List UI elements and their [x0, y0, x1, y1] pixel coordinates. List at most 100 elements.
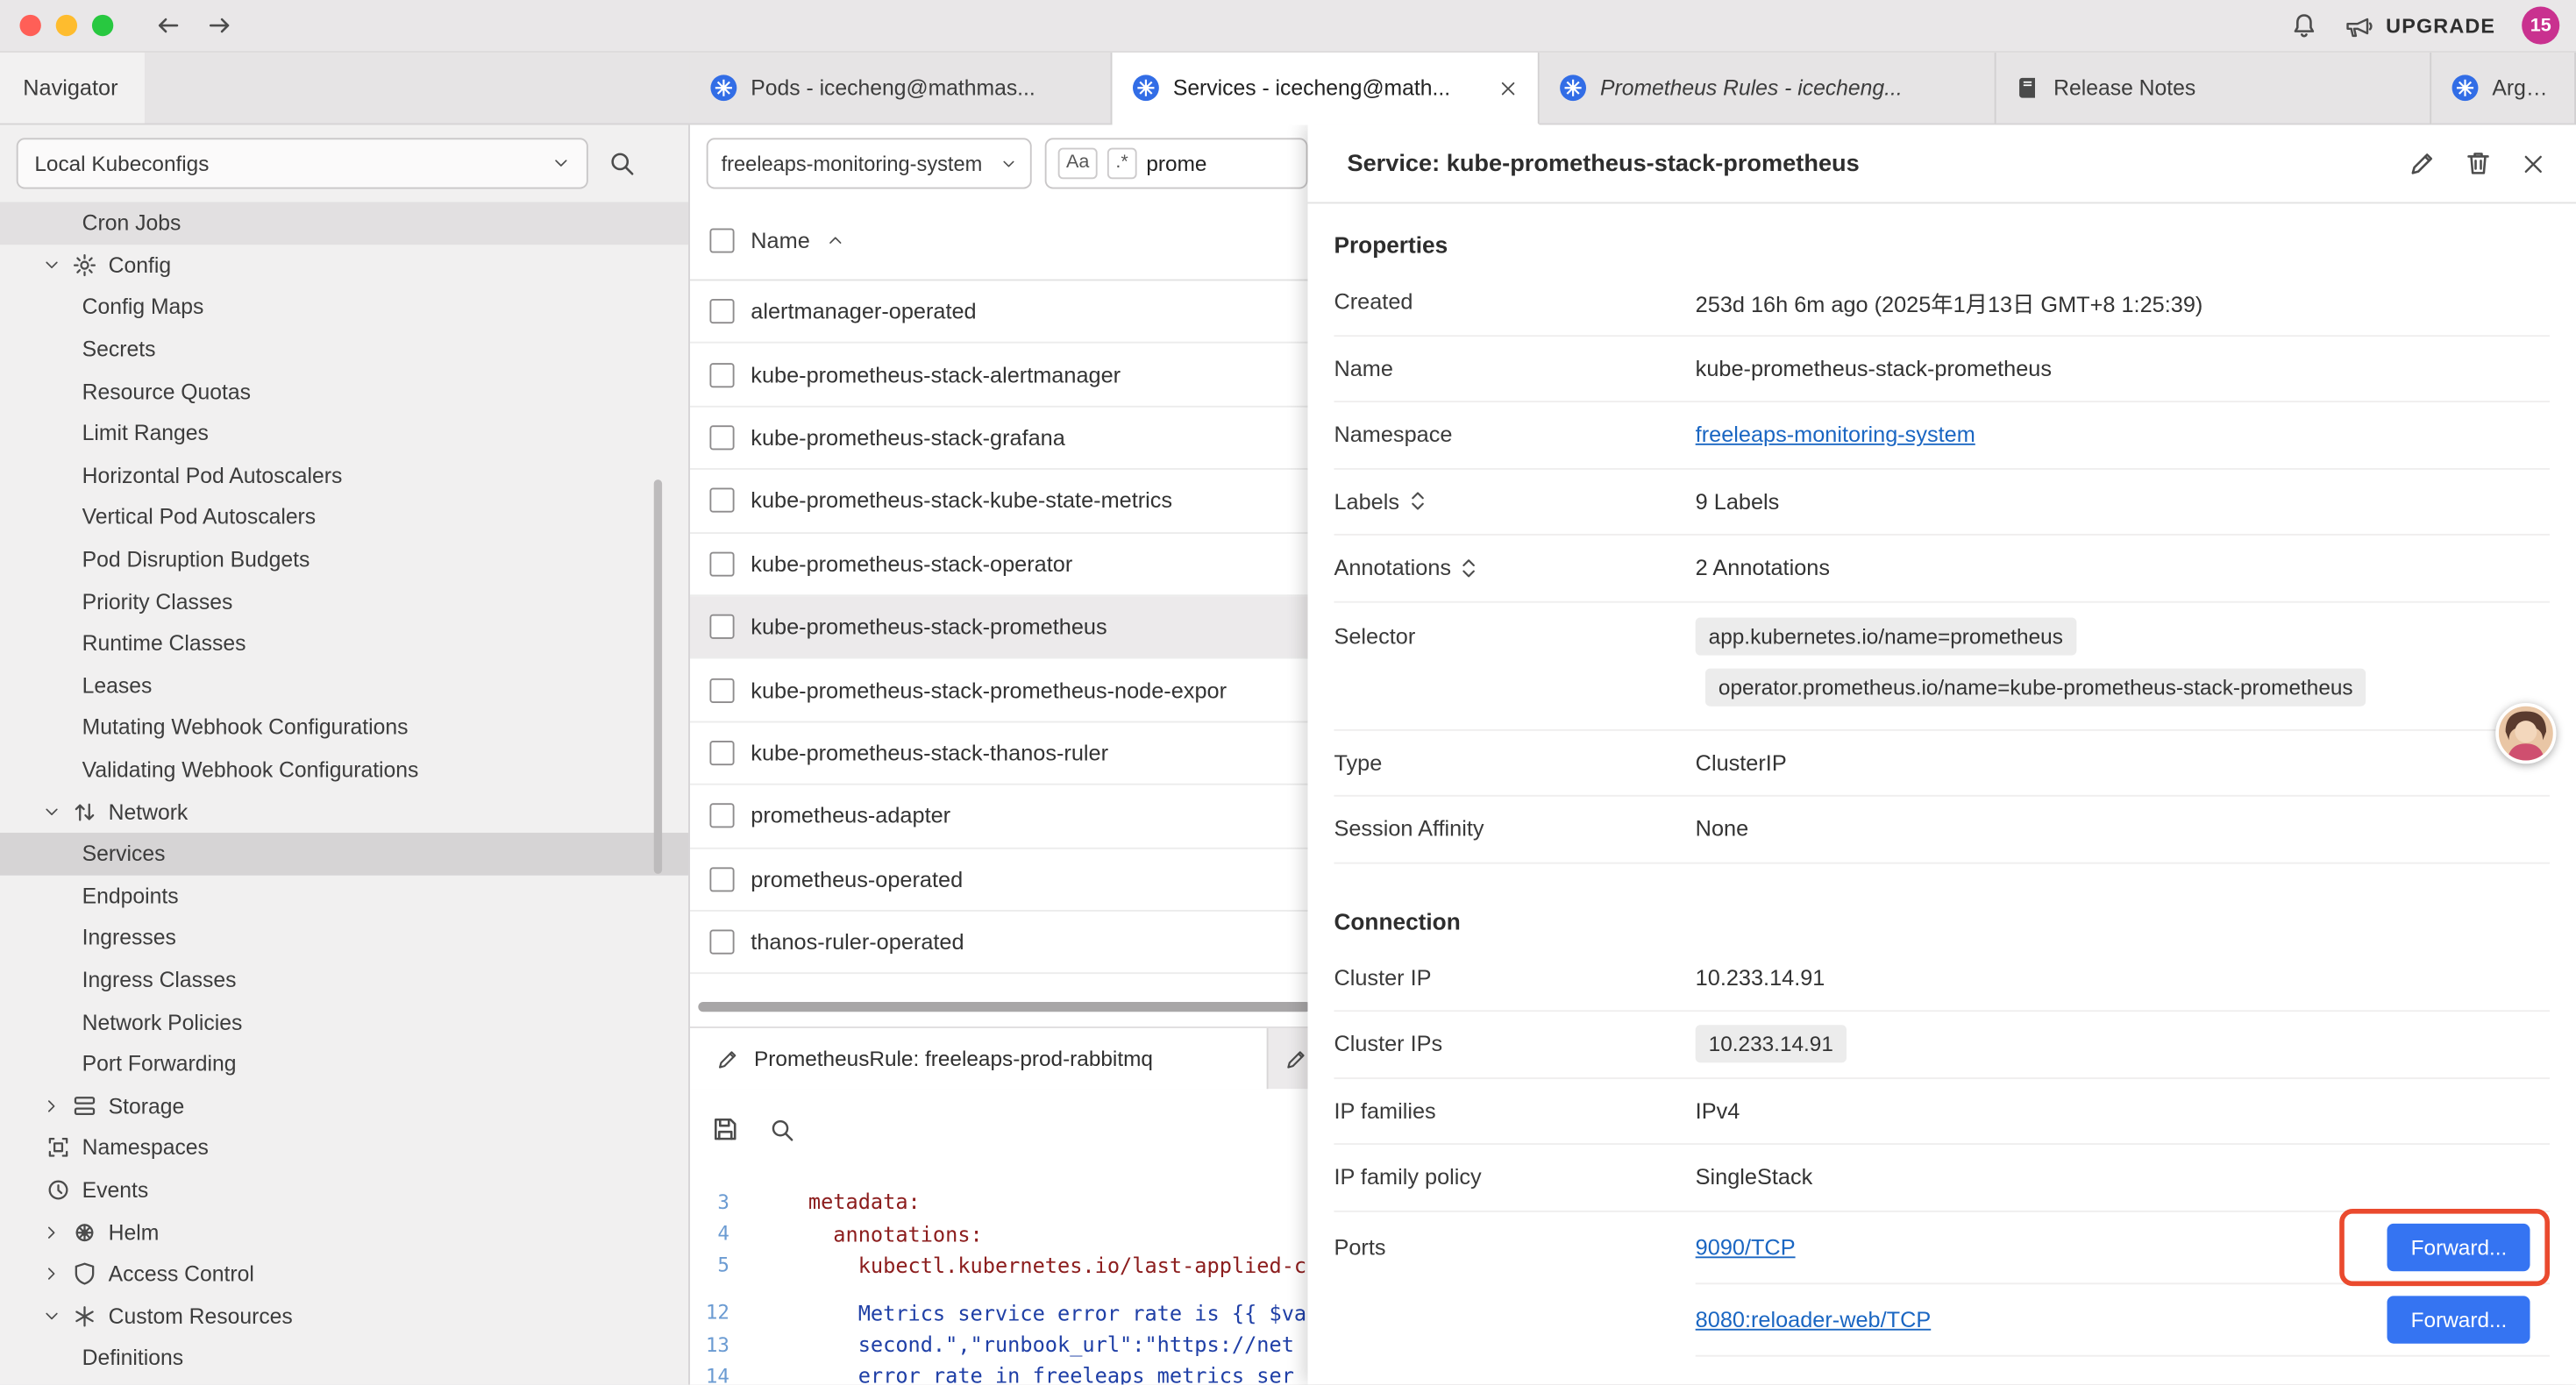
port-link[interactable]: 9090/TCP — [1696, 1234, 1796, 1259]
row-checkbox[interactable] — [709, 930, 734, 955]
row-checkbox[interactable] — [709, 867, 734, 891]
sidebar-item-events[interactable]: Events — [0, 1168, 688, 1211]
table-row[interactable]: alertmanager-operated — [690, 281, 1308, 344]
sidebar-item-port-forwarding[interactable]: Port Forwarding — [0, 1043, 688, 1085]
tab-label: Release Notes — [2053, 75, 2195, 100]
sidebar-item-namespaces[interactable]: Namespaces — [0, 1126, 688, 1168]
table-row[interactable]: prometheus-adapter — [690, 785, 1308, 849]
name-column-header[interactable]: Name — [751, 228, 809, 252]
tab-prometheus-rules[interactable]: Prometheus Rules - icecheng... — [1540, 53, 1996, 124]
edit-icon[interactable] — [2409, 150, 2437, 178]
sidebar-group-access-control[interactable]: Access Control — [0, 1253, 688, 1295]
forward-button[interactable] — [203, 11, 235, 39]
sidebar-group-network[interactable]: Network — [0, 791, 688, 833]
match-case-toggle[interactable]: Aa — [1058, 148, 1098, 179]
sidebar-group-storage[interactable]: Storage — [0, 1085, 688, 1127]
upgrade-button[interactable]: UPGRADE — [2345, 12, 2495, 39]
save-icon[interactable] — [711, 1116, 739, 1144]
sidebar-item-cron-jobs[interactable]: Cron Jobs — [0, 202, 688, 244]
close-icon[interactable] — [2520, 150, 2546, 176]
select-all-checkbox[interactable] — [709, 228, 734, 252]
detail-row-labels[interactable]: Labels 9 Labels — [1334, 469, 2550, 536]
expand-toggle-icon[interactable] — [1461, 557, 1477, 579]
editor-search-icon[interactable] — [769, 1117, 795, 1143]
sidebar-item-network-policies[interactable]: Network Policies — [0, 1001, 688, 1043]
expand-toggle-icon[interactable] — [1409, 490, 1426, 513]
sidebar-item-services[interactable]: Services — [0, 833, 688, 875]
sidebar-item-config-maps[interactable]: Config Maps — [0, 286, 688, 328]
table-row[interactable]: kube-prometheus-stack-alertmanager — [690, 344, 1308, 407]
list-search-input[interactable] — [1146, 151, 1261, 175]
sidebar-item-pod-disruption-budgets[interactable]: Pod Disruption Budgets — [0, 538, 688, 580]
yaml-editor[interactable]: 3metadata: 4 annotations: 5 kubectl.kube… — [690, 1170, 1308, 1385]
avatar[interactable] — [2495, 703, 2556, 764]
forward-button[interactable]: Forward... — [2387, 1295, 2530, 1342]
row-checkbox[interactable] — [709, 741, 734, 765]
forward-button[interactable]: Forward... — [2387, 1223, 2530, 1270]
sidebar-item-limit-ranges[interactable]: Limit Ranges — [0, 412, 688, 454]
dock-tab-partial[interactable] — [1269, 1029, 1308, 1090]
tab-argo[interactable]: Argo S — [2431, 53, 2576, 124]
sidebar-item-endpoints[interactable]: Endpoints — [0, 875, 688, 917]
namespace-filter-select[interactable]: freeleaps-monitoring-system — [707, 138, 1032, 188]
table-row[interactable]: kube-prometheus-stack-operator — [690, 533, 1308, 596]
sidebar-item-vertical-pod-autoscalers[interactable]: Vertical Pod Autoscalers — [0, 496, 688, 538]
code-line: annotations: — [743, 1221, 983, 1246]
sidebar-item-ingress-classes[interactable]: Ingress Classes — [0, 959, 688, 1001]
sidebar-group-config[interactable]: Config — [0, 244, 688, 286]
sidebar-item-ingresses[interactable]: Ingresses — [0, 917, 688, 959]
tab-services[interactable]: Services - icecheng@math... — [1113, 53, 1540, 124]
folded-region[interactable] — [690, 1281, 1308, 1297]
window-minimize-button[interactable] — [56, 15, 77, 36]
row-checkbox[interactable] — [709, 299, 734, 323]
window-close-button[interactable] — [19, 15, 40, 36]
up-down-arrows-icon — [72, 799, 96, 824]
row-checkbox[interactable] — [709, 488, 734, 513]
row-checkbox[interactable] — [709, 362, 734, 387]
tab-pods[interactable]: Pods - icecheng@mathmas... — [690, 53, 1113, 124]
window-zoom-button[interactable] — [92, 15, 113, 36]
table-row[interactable]: kube-prometheus-stack-prometheus-node-ex… — [690, 659, 1308, 722]
table-row[interactable]: prometheus-operated — [690, 849, 1308, 912]
sidebar-group-helm[interactable]: Helm — [0, 1211, 688, 1253]
row-checkbox[interactable] — [709, 804, 734, 828]
back-button[interactable] — [153, 11, 184, 39]
sidebar-item-runtime-classes[interactable]: Runtime Classes — [0, 622, 688, 664]
sidebar-item-resource-quotas[interactable]: Resource Quotas — [0, 370, 688, 412]
table-header: Name — [690, 202, 1308, 281]
sidebar-item-priority-classes[interactable]: Priority Classes — [0, 580, 688, 622]
port-link[interactable]: 8080:reloader-web/TCP — [1696, 1307, 1932, 1332]
table-row[interactable]: thanos-ruler-operated — [690, 912, 1308, 975]
detail-row-cluster-ips: Cluster IPs 10.233.14.91 — [1334, 1012, 2550, 1078]
sidebar-scrollbar-thumb[interactable] — [654, 479, 662, 874]
dock-tab-prometheusrule[interactable]: PrometheusRule: freeleaps-prod-rabbitmq — [690, 1029, 1269, 1090]
code-line: kubectl.kubernetes.io/last-applied-co — [743, 1253, 1308, 1277]
sidebar-item-leases[interactable]: Leases — [0, 664, 688, 707]
sidebar-group-custom-resources[interactable]: Custom Resources — [0, 1295, 688, 1337]
sidebar-item-label: Config — [109, 252, 171, 277]
namespace-link[interactable]: freeleaps-monitoring-system — [1696, 423, 1975, 447]
delete-icon[interactable] — [2465, 150, 2493, 178]
kubeconfig-selector[interactable]: Local Kubeconfigs — [17, 138, 588, 188]
detail-row-annotations[interactable]: Annotations 2 Annotations — [1334, 536, 2550, 602]
table-row[interactable]: kube-prometheus-stack-grafana — [690, 407, 1308, 470]
row-checkbox[interactable] — [709, 425, 734, 450]
table-row-selected[interactable]: kube-prometheus-stack-prometheus — [690, 596, 1308, 659]
sidebar-item-definitions[interactable]: Definitions — [0, 1337, 688, 1379]
table-row[interactable]: kube-prometheus-stack-kube-state-metrics — [690, 470, 1308, 533]
sidebar-search-button[interactable] — [608, 150, 636, 178]
regex-toggle[interactable]: .* — [1107, 148, 1136, 179]
row-checkbox[interactable] — [709, 551, 734, 576]
tab-release-notes[interactable]: Release Notes — [1996, 53, 2432, 124]
sidebar-item-secrets[interactable]: Secrets — [0, 328, 688, 370]
notification-badge[interactable]: 15 — [2522, 6, 2559, 44]
tab-close-icon[interactable] — [1498, 78, 1518, 97]
bell-icon[interactable] — [2290, 11, 2318, 39]
sidebar-item-horizontal-pod-autoscalers[interactable]: Horizontal Pod Autoscalers — [0, 454, 688, 496]
row-checkbox[interactable] — [709, 614, 734, 639]
sidebar-item-mutating-webhook-configurations[interactable]: Mutating Webhook Configurations — [0, 707, 688, 749]
table-row[interactable]: kube-prometheus-stack-thanos-ruler — [690, 722, 1308, 785]
row-checkbox[interactable] — [709, 678, 734, 702]
sidebar-item-validating-webhook-configurations[interactable]: Validating Webhook Configurations — [0, 749, 688, 791]
horizontal-scrollbar-thumb[interactable] — [698, 1003, 1307, 1012]
